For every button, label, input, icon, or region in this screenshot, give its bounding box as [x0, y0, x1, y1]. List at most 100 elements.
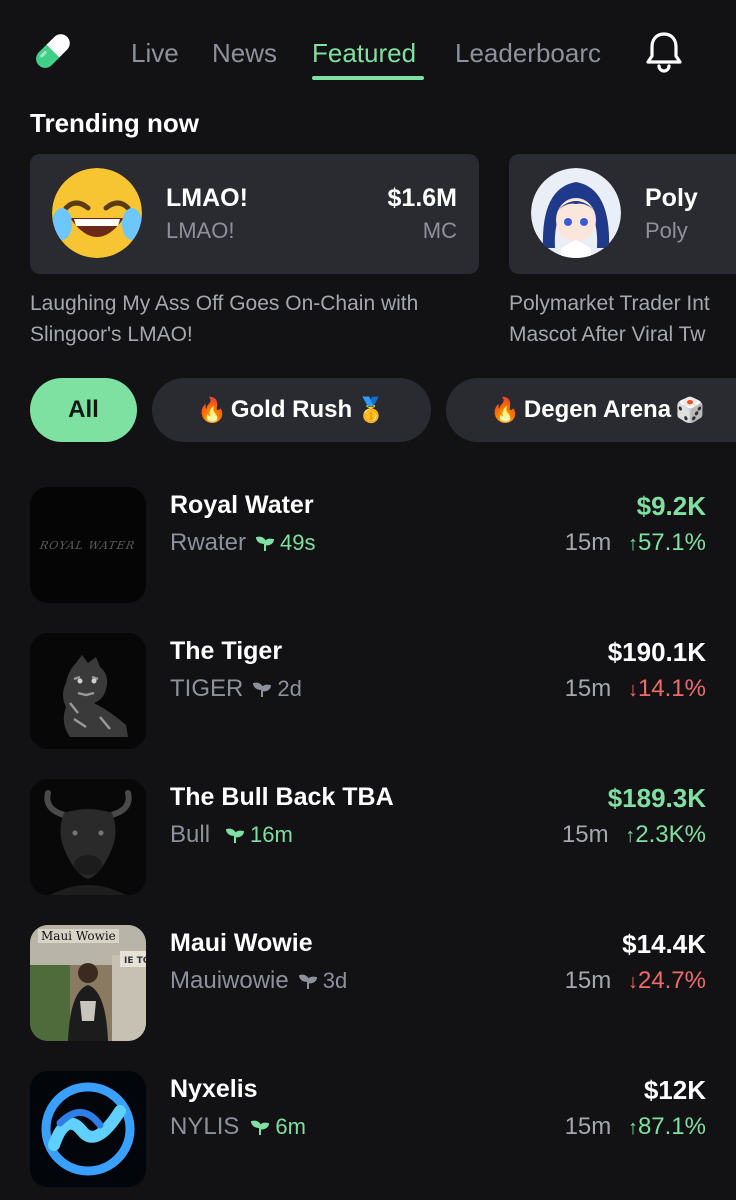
token-thumbnail: [30, 779, 146, 895]
token-age-value: 16m: [250, 822, 293, 847]
anime-character-icon: [531, 168, 621, 258]
fire-icon: 🔥: [196, 396, 227, 424]
arrow-down-icon: ↓: [627, 679, 638, 701]
token-ticker: Mauiwowie: [170, 967, 289, 994]
token-change-value: 2.3K%: [635, 821, 706, 848]
token-row[interactable]: Nyxelis NYLIS 6m $12K 15m ↑87.1%: [0, 1071, 736, 1191]
token-age: 49s: [256, 530, 316, 556]
arrow-up-icon: ↑: [627, 1117, 638, 1139]
trending-name: Poly: [645, 184, 698, 212]
token-age: 16m: [226, 822, 293, 848]
trending-market-cap: $1.6M: [387, 184, 457, 212]
token-price: $12K: [643, 1075, 706, 1105]
token-subline: Rwater 49s: [170, 529, 316, 557]
token-age: 2d: [253, 676, 302, 702]
sprout-icon: [253, 682, 272, 697]
token-age-value: 2d: [277, 676, 302, 701]
token-ticker: TIGER: [170, 675, 244, 702]
token-change: 15m ↓14.1%: [565, 675, 706, 703]
maui-wowie-logo: Maui Wowie: [38, 929, 119, 943]
token-name: The Bull Back TBA: [170, 783, 394, 811]
filter-gold-rush[interactable]: 🔥 Gold Rush 🥇: [152, 378, 431, 442]
tab-featured[interactable]: Featured: [312, 38, 416, 69]
gold-medal-icon: 🥇: [356, 396, 387, 424]
trending-ticker: LMAO!: [166, 218, 235, 243]
token-name: The Tiger: [170, 637, 283, 665]
active-tab-indicator: [312, 76, 424, 80]
poly-avatar: [531, 168, 621, 258]
royal-water-logo: ROYAL WATER: [39, 538, 137, 552]
filter-all[interactable]: All: [30, 378, 137, 442]
trending-market-cap-label: MC: [422, 218, 457, 243]
token-thumbnail: [30, 633, 146, 749]
token-change: 15m ↑2.3K%: [562, 821, 706, 849]
trending-card-poly[interactable]: Poly Poly: [509, 154, 736, 274]
pill-logo-icon[interactable]: [30, 28, 76, 74]
trending-description[interactable]: Laughing My Ass Off Goes On-Chain with S…: [30, 288, 490, 350]
sprout-icon: [226, 828, 245, 843]
token-change-value: 87.1%: [637, 1113, 706, 1140]
bull-image: [30, 779, 146, 895]
trending-ticker: Poly: [645, 218, 688, 243]
token-interval: 15m: [564, 1113, 612, 1140]
sprout-icon: [298, 974, 317, 989]
token-age: 6m: [251, 1114, 306, 1140]
token-name: Nyxelis: [170, 1075, 258, 1103]
token-row[interactable]: The Bull Back TBA Bull 16m $189.3K 15m ↑…: [0, 779, 736, 899]
top-nav: Live News Featured Leaderboarc: [0, 0, 736, 100]
token-name: Maui Wowie: [170, 929, 313, 957]
trending-name: LMAO!: [166, 184, 248, 212]
sprout-icon: [256, 536, 275, 551]
bell-icon[interactable]: [643, 30, 685, 74]
arrow-up-icon: ↑: [625, 825, 636, 847]
token-change-value: 24.7%: [637, 967, 706, 994]
token-interval: 15m: [564, 967, 612, 994]
token-change: 15m ↑57.1%: [565, 529, 706, 557]
token-interval: 15m: [561, 821, 609, 848]
token-interval: 15m: [564, 529, 612, 556]
token-ticker: Rwater: [170, 529, 247, 556]
trending-description[interactable]: Polymarket Trader Int Mascot After Viral…: [509, 288, 736, 350]
arrow-down-icon: ↓: [627, 971, 638, 993]
filter-label: Gold Rush: [230, 396, 353, 423]
tab-news[interactable]: News: [212, 38, 277, 69]
token-change: 15m ↓24.7%: [565, 967, 706, 995]
token-change-value: 14.1%: [637, 675, 706, 702]
token-age-value: 3d: [322, 968, 348, 993]
token-thumbnail: ROYAL WATER: [30, 487, 146, 603]
token-age-value: 6m: [275, 1114, 306, 1139]
svg-text:IE TO: IE TO: [124, 956, 146, 966]
arrow-up-icon: ↑: [627, 533, 638, 555]
token-age-value: 49s: [280, 530, 316, 555]
trending-title: Trending now: [30, 108, 199, 138]
token-thumbnail: IE TO Maui Wowie: [30, 925, 146, 1041]
token-change-value: 57.1%: [637, 529, 706, 556]
lmao-avatar: [52, 168, 142, 258]
token-ticker: NYLIS: [170, 1113, 240, 1140]
token-subline: Bull 16m: [170, 821, 293, 849]
token-subline: Mauiwowie 3d: [170, 967, 347, 995]
token-subline: NYLIS 6m: [170, 1113, 306, 1141]
nyxelis-logo-icon: [30, 1071, 146, 1187]
token-price: $190.1K: [607, 637, 706, 667]
tab-live[interactable]: Live: [131, 38, 179, 69]
filter-label: Degen Arena: [523, 396, 672, 423]
token-interval: 15m: [564, 675, 612, 702]
token-row[interactable]: IE TO Maui Wowie Maui Wowie Mauiwowie 3d…: [0, 925, 736, 1045]
token-thumbnail: [30, 1071, 146, 1187]
filter-label: All: [68, 396, 99, 423]
token-price: $189.3K: [607, 783, 706, 813]
token-change: 15m ↑87.1%: [565, 1113, 706, 1141]
token-row[interactable]: The Tiger TIGER 2d $190.1K 15m ↓14.1%: [0, 633, 736, 753]
token-name: Royal Water: [170, 491, 314, 519]
token-ticker: Bull: [170, 821, 211, 848]
fire-icon: 🔥: [490, 396, 520, 424]
token-price: $9.2K: [636, 491, 706, 521]
tab-leaderboard[interactable]: Leaderboarc: [455, 38, 607, 69]
token-row[interactable]: ROYAL WATER Royal Water Rwater 49s $9.2K…: [0, 487, 736, 607]
filter-degen-arena[interactable]: 🔥 Degen Arena 🎲: [446, 378, 736, 442]
trending-card-lmao[interactable]: LMAO! LMAO! $1.6M MC: [30, 154, 479, 274]
sprout-icon: [251, 1120, 270, 1135]
dice-icon: 🎲: [675, 396, 705, 424]
token-price: $14.4K: [622, 929, 706, 959]
